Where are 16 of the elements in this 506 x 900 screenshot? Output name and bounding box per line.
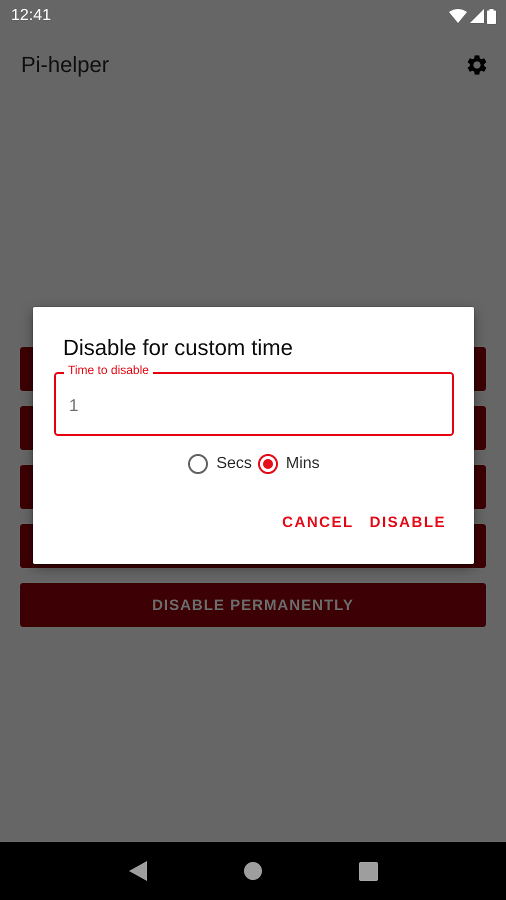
settings-icon[interactable]: [465, 53, 489, 77]
signal-icon: [470, 9, 484, 23]
back-icon[interactable]: [128, 861, 146, 881]
home-icon[interactable]: [244, 862, 262, 880]
unit-radio-button[interactable]: Mins: [258, 454, 320, 474]
recents-icon[interactable]: [358, 862, 378, 880]
disable-button[interactable]: DISABLE: [366, 510, 450, 535]
wifi-icon: [449, 9, 467, 23]
cancel-button[interactable]: CANCEL: [278, 510, 358, 535]
dialog-title: Disable for custom time: [63, 335, 294, 361]
battery-icon: [487, 8, 496, 24]
status-time: 12:41: [11, 7, 52, 25]
app-title: Pi-helper: [21, 52, 110, 78]
disable-button[interactable]: DISABLE PERMANENTLY: [20, 583, 486, 627]
unit-radio-button[interactable]: Secs: [188, 454, 252, 474]
field-label: Time to disable: [64, 363, 153, 377]
